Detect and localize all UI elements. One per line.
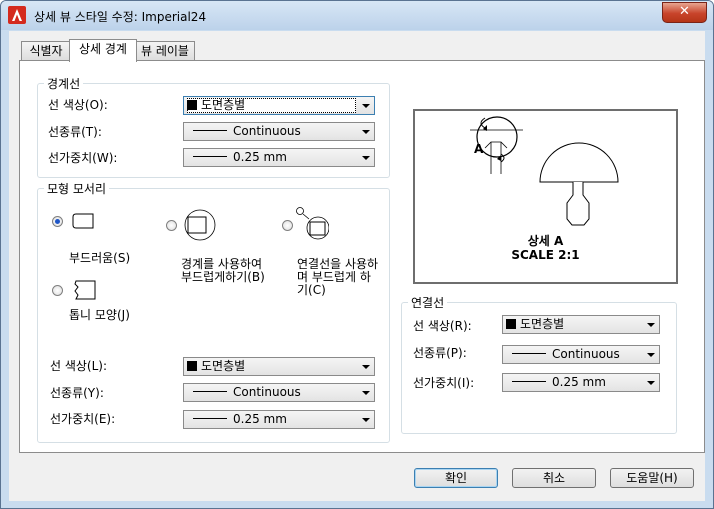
connector-color-dropdown[interactable]: 도면층별 xyxy=(502,315,660,334)
color-swatch xyxy=(187,361,197,371)
boundary-lineweight-dropdown[interactable]: 0.25 mm xyxy=(183,148,375,167)
chevron-down-icon xyxy=(647,323,655,327)
jagged-label: 톱니 모양(J) xyxy=(69,308,130,322)
edge-color-dropdown[interactable]: 도면층별 xyxy=(183,357,375,376)
line-sample xyxy=(512,353,546,354)
connector-lineweight-dropdown[interactable]: 0.25 mm xyxy=(502,373,660,392)
boundary-linetype-value: Continuous xyxy=(233,124,301,138)
edge-linetype-dropdown[interactable]: Continuous xyxy=(183,383,375,402)
dialog-window: 상세 뷰 스타일 수정: Imperial24 ✕ 식별자 상세 경계 뷰 레이… xyxy=(0,0,714,509)
model-edge-group-title: 모형 모서리 xyxy=(44,180,110,197)
close-button[interactable]: ✕ xyxy=(662,2,707,23)
jagged-edge-icon xyxy=(74,280,96,300)
edge-lineweight-label: 선가중치(E): xyxy=(50,412,116,426)
smooth-with-border-label: 경계를 사용하여 부드럽게하기(B) xyxy=(181,257,265,284)
connector-color-value: 도면층별 xyxy=(520,317,565,331)
edge-linetype-value: Continuous xyxy=(233,385,301,399)
smooth-with-connector-icon xyxy=(296,207,329,240)
connector-color-label: 선 색상(R): xyxy=(413,319,472,333)
boundary-lineweight-label: 선가중치(W): xyxy=(48,151,118,165)
connector-lineweight-label: 선가중치(I): xyxy=(413,376,475,390)
tab-view-label[interactable]: 뷰 레이블 xyxy=(135,41,195,61)
smooth-with-border-radio[interactable] xyxy=(166,220,177,231)
chevron-down-icon xyxy=(362,365,370,369)
connector-group-title: 연결선 xyxy=(408,294,448,311)
connector-lineweight-value: 0.25 mm xyxy=(552,375,606,389)
window-title: 상세 뷰 스타일 수정: Imperial24 xyxy=(34,10,207,24)
preview-label-title: 상세 A xyxy=(527,234,564,248)
line-sample xyxy=(193,391,227,392)
boundary-color-dropdown[interactable]: 도면층별 xyxy=(183,96,375,115)
tab-panel: 경계선 선 색상(O): 도면층별 선종류(T): Continuous 선가중… xyxy=(19,60,705,453)
chevron-down-icon xyxy=(362,156,370,160)
edge-color-label: 선 색상(L): xyxy=(50,359,108,373)
edge-lineweight-dropdown[interactable]: 0.25 mm xyxy=(183,410,375,429)
cancel-button[interactable]: 취소 xyxy=(512,468,596,488)
color-swatch xyxy=(506,319,516,329)
line-sample xyxy=(193,130,227,131)
jagged-radio[interactable] xyxy=(52,285,63,296)
preview-label-scale: SCALE 2:1 xyxy=(511,248,580,262)
line-sample xyxy=(512,381,546,382)
preview-pane: A 상세 A SCALE 2:1 xyxy=(413,109,678,284)
connector-linetype-label: 선종류(P): xyxy=(413,346,467,360)
chevron-down-icon xyxy=(362,391,370,395)
title-bar[interactable]: 상세 뷰 스타일 수정: Imperial24 ✕ xyxy=(1,1,713,30)
color-swatch xyxy=(187,100,197,110)
boundary-lineweight-value: 0.25 mm xyxy=(233,150,287,164)
edge-color-value: 도면층별 xyxy=(201,359,246,373)
boundary-group-title: 경계선 xyxy=(44,75,84,92)
smooth-with-connector-label: 연결선을 사용하며 부드럽게 하기(C) xyxy=(297,257,379,297)
smooth-with-border-icon xyxy=(184,209,216,241)
smooth-label: 부드러움(S) xyxy=(69,251,131,265)
line-sample xyxy=(193,156,227,157)
chevron-down-icon xyxy=(647,381,655,385)
chevron-down-icon xyxy=(362,130,370,134)
ok-button[interactable]: 확인 xyxy=(414,468,498,488)
chevron-down-icon xyxy=(362,104,370,108)
edge-linetype-label: 선종류(Y): xyxy=(50,386,104,400)
boundary-linetype-dropdown[interactable]: Continuous xyxy=(183,122,375,141)
line-sample xyxy=(193,418,227,419)
preview-callout-letter: A xyxy=(474,142,484,156)
help-button[interactable]: 도움말(H) xyxy=(610,468,694,488)
smooth-with-connector-radio[interactable] xyxy=(282,220,293,231)
tab-detail-boundary[interactable]: 상세 경계 xyxy=(69,39,137,62)
boundary-linetype-label: 선종류(T): xyxy=(48,125,102,139)
boundary-color-value: 도면층별 xyxy=(201,98,246,112)
chevron-down-icon xyxy=(647,353,655,357)
connector-linetype-value: Continuous xyxy=(552,347,620,361)
autocad-logo-icon xyxy=(8,6,26,24)
smooth-radio[interactable] xyxy=(52,216,63,227)
edge-lineweight-value: 0.25 mm xyxy=(233,412,287,426)
boundary-color-label: 선 색상(O): xyxy=(48,98,108,112)
connector-linetype-dropdown[interactable]: Continuous xyxy=(502,345,660,364)
smooth-edge-icon xyxy=(72,213,94,229)
chevron-down-icon xyxy=(362,418,370,422)
tab-identifier[interactable]: 식별자 xyxy=(21,41,71,61)
dialog-client: 식별자 상세 경계 뷰 레이블 경계선 선 색상(O): 도면층별 선종류(T)… xyxy=(9,31,705,501)
